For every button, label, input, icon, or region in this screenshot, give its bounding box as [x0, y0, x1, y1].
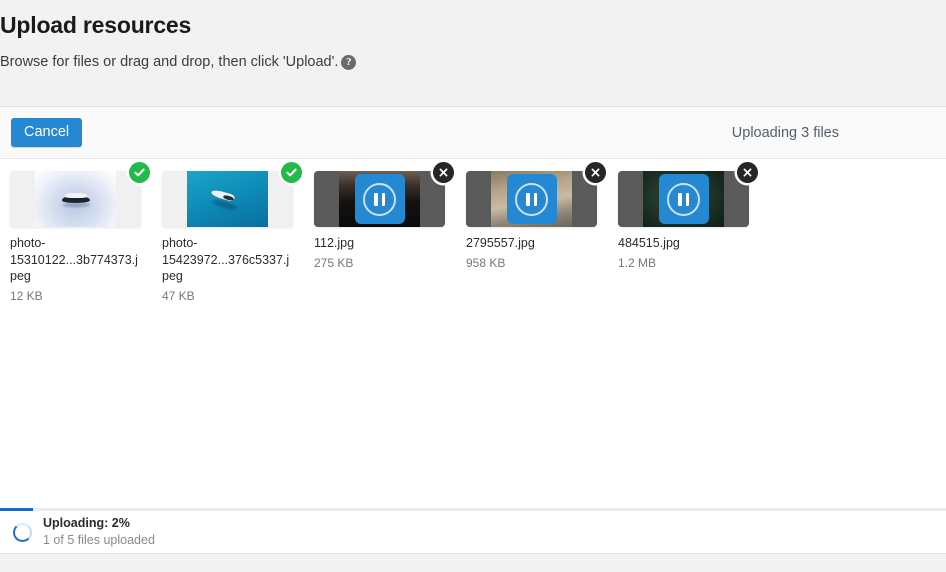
loading-spinner-icon [13, 522, 32, 542]
file-thumbnail [314, 171, 445, 227]
file-size: 47 KB [162, 288, 195, 303]
check-circle-icon [129, 162, 150, 183]
file-list: photo-15310122...3b774373.jpeg 12 KB pho… [0, 159, 946, 304]
close-circle-icon[interactable] [433, 162, 454, 183]
close-circle-icon[interactable] [737, 162, 758, 183]
file-item: 112.jpg 275 KB [314, 162, 466, 271]
pause-icon[interactable] [354, 174, 405, 224]
page-header: Upload resources Browse for files or dra… [0, 0, 946, 72]
status-secondary-text: 1 of 5 files uploaded [43, 533, 155, 547]
file-thumbnail-wrap [314, 162, 454, 227]
file-thumbnail [466, 171, 597, 227]
file-name: 2795557.jpg [466, 236, 535, 250]
file-thumbnail [10, 171, 141, 227]
progress-bar-fill [0, 508, 33, 511]
upload-status-label: Uploading 3 files [731, 124, 839, 141]
file-item: 2795557.jpg 958 KB [466, 162, 618, 271]
file-thumbnail [618, 171, 749, 227]
upload-resources-page: Upload resources Browse for files or dra… [0, 0, 946, 572]
cancel-button[interactable]: Cancel [11, 117, 83, 148]
file-size: 958 KB [466, 255, 506, 270]
file-thumbnail-wrap [618, 162, 758, 227]
upload-panel: Cancel Uploading 3 files photo-15310122.… [0, 106, 946, 510]
page-subtitle-row: Browse for files or drag and drop, then … [0, 52, 946, 72]
file-item: photo-15423972...376c5337.jpeg 47 KB [162, 162, 314, 304]
file-name: 112.jpg [314, 236, 355, 250]
file-thumbnail-wrap [466, 162, 606, 227]
progress-bar-track [0, 508, 946, 511]
help-circle-icon[interactable]: ? [341, 54, 357, 70]
file-item: photo-15310122...3b774373.jpeg 12 KB [10, 162, 162, 304]
file-size: 275 KB [314, 255, 354, 270]
file-thumbnail [162, 171, 293, 227]
pause-icon[interactable] [506, 174, 557, 224]
file-name: 484515.jpg [618, 236, 680, 250]
status-text-group: Uploading: 2% 1 of 5 files uploaded [43, 516, 155, 548]
file-size: 12 KB [10, 288, 43, 303]
check-circle-icon [281, 162, 302, 183]
upload-status-bar: Uploading: 2% 1 of 5 files uploaded [0, 508, 946, 554]
pause-icon[interactable] [658, 174, 709, 224]
status-primary-text: Uploading: 2% [43, 516, 130, 530]
file-thumbnail-wrap [162, 162, 302, 227]
page-title: Upload resources [0, 12, 192, 38]
close-circle-icon[interactable] [585, 162, 606, 183]
file-thumbnail-wrap [10, 162, 150, 227]
upload-toolbar: Cancel Uploading 3 files [0, 107, 946, 159]
file-name: photo-15310122...3b774373.jpeg [10, 236, 138, 283]
file-item: 484515.jpg 1.2 MB [618, 162, 770, 271]
page-subtitle: Browse for files or drag and drop, then … [0, 54, 339, 70]
file-size: 1.2 MB [618, 255, 657, 270]
file-name: photo-15423972...376c5337.jpeg [162, 236, 290, 283]
